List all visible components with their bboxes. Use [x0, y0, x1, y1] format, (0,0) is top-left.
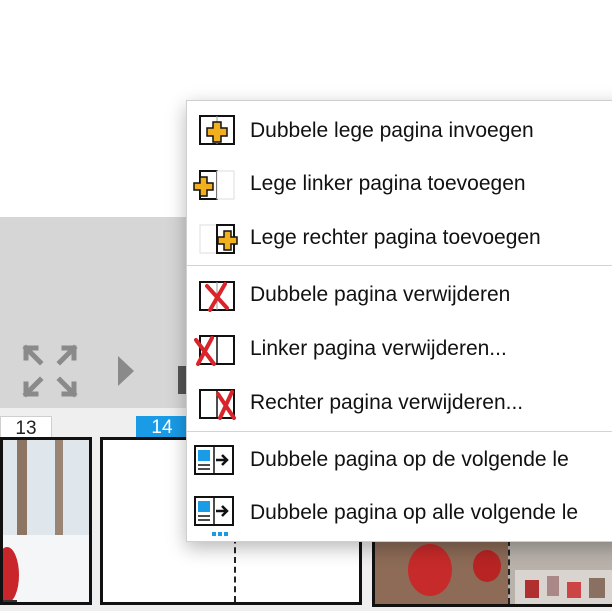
menu-item-delete-right-page[interactable]: Rechter pagina verwijderen...: [187, 378, 612, 428]
spread-to-next-icon: [190, 441, 238, 481]
spread-to-all-following-icon: [190, 494, 238, 536]
menu-item-label: Dubbele pagina op alle volgende le: [250, 501, 579, 524]
menu-item-delete-spread[interactable]: Dubbele pagina verwijderen: [187, 270, 612, 320]
menu-item-label: Lege linker pagina toevoegen: [250, 172, 526, 195]
add-right-page-icon: [190, 219, 238, 259]
menu-item-label: Dubbele lege pagina invoegen: [250, 119, 534, 142]
add-left-page-icon: [190, 165, 238, 205]
menu-item-delete-left-page[interactable]: Linker pagina verwijderen...: [187, 324, 612, 374]
page-context-menu: Dubbele lege pagina invoegen Lege linker…: [186, 100, 612, 542]
spread-fold-line: [508, 540, 510, 604]
delete-left-page-icon: [190, 330, 238, 370]
menu-item-label: Rechter pagina verwijderen...: [250, 391, 524, 414]
menu-item-label: Lege rechter pagina toevoegen: [250, 226, 541, 249]
page-thumbnail-13[interactable]: [0, 437, 92, 605]
menu-item-add-left-page[interactable]: Lege linker pagina toevoegen: [187, 159, 612, 209]
play-icon[interactable]: [117, 355, 135, 387]
menu-item-add-right-page[interactable]: Lege rechter pagina toevoegen: [187, 213, 612, 263]
menu-separator: [187, 431, 612, 432]
menu-item-label: Linker pagina verwijderen...: [250, 337, 507, 360]
menu-separator: [187, 265, 612, 266]
menu-item-insert-spread[interactable]: Dubbele lege pagina invoegen: [187, 106, 612, 156]
menu-item-spread-all-following[interactable]: Dubbele pagina op alle volgende le: [187, 488, 612, 538]
delete-spread-icon: [190, 276, 238, 316]
menu-item-label: Dubbele pagina op de volgende le: [250, 448, 569, 471]
delete-right-page-icon: [190, 384, 238, 424]
menu-item-label: Dubbele pagina verwijderen: [250, 283, 511, 306]
menu-item-spread-next[interactable]: Dubbele pagina op de volgende le: [187, 435, 612, 485]
insert-spread-icon: [190, 112, 238, 152]
fullscreen-icon[interactable]: [22, 344, 78, 398]
page-thumbnail-15[interactable]: [372, 537, 612, 607]
